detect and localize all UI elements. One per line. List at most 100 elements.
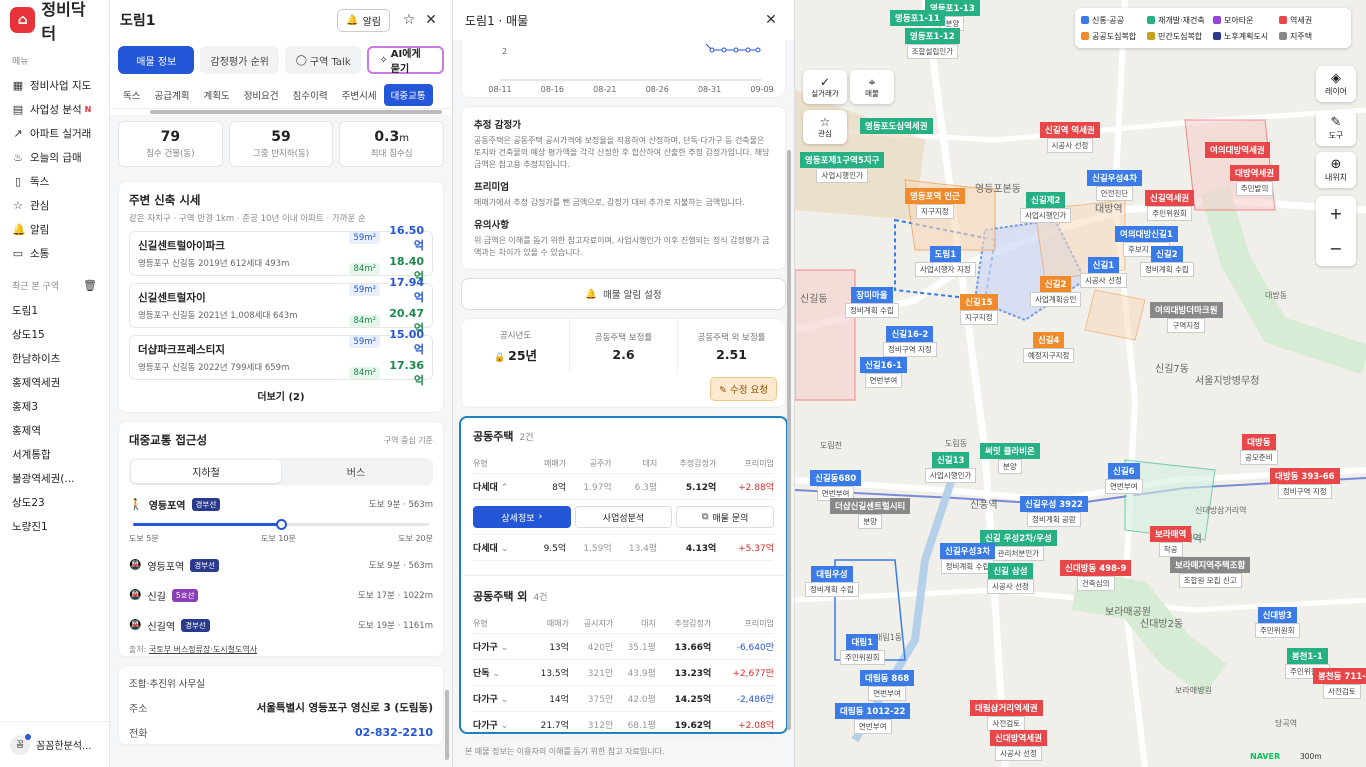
recent-item[interactable]: 불광역세권(... — [0, 466, 109, 490]
table-row[interactable]: 다세대 ⌄ 9.5억 1.59억 13.4평 4.13억 +5.37억 — [473, 535, 774, 561]
table-row[interactable]: 다세대 ⌃ 8억 1.97억 6.3평 5.12억 +2.88억 — [473, 473, 774, 500]
tab-zone-talk[interactable]: ◯ 구역 Talk — [284, 46, 362, 74]
profile[interactable]: 꼼 꼼꼼한분석... — [0, 721, 110, 767]
zone-marker[interactable]: 신길역 역세권 시공사 선정 — [1040, 122, 1100, 153]
inquiry-button[interactable]: ⧉ 매물 문의 — [676, 506, 775, 528]
recent-item[interactable]: 서계통합 — [0, 442, 109, 466]
chevron-down-icon[interactable]: ⌄ — [501, 721, 509, 731]
nav-item-5[interactable]: ☆ 관심 — [0, 193, 109, 217]
station-row[interactable]: 🚇 영등포역 경부선 도보 9분 · 563m — [129, 556, 433, 574]
chevron-up-icon[interactable]: ⌃ — [501, 483, 509, 493]
table-row[interactable]: 다가구 ⌄ 13억 420만 35.1평 13.66억 -6,640만 — [473, 633, 774, 660]
zone-marker[interactable]: 영등포도심역세권 — [860, 118, 933, 134]
map-right-tool-0[interactable]: ◈ 레이어 — [1316, 66, 1356, 102]
zone-marker[interactable]: 도림1 사업시행자 지정 — [915, 246, 976, 277]
feasibility-button[interactable]: 사업성분석 — [574, 506, 673, 528]
horizontal-scrollbar[interactable] — [110, 109, 452, 115]
zone-marker[interactable]: 써밋 클라비온 분양 — [980, 443, 1040, 474]
zone-marker[interactable]: 더샵신길센트럴시티 분양 — [830, 498, 911, 529]
map[interactable]: 신길동영등포본동신길7동서울지방병무청신풍역보라매공원신대방2동대방역보라매역대… — [795, 0, 1366, 767]
tab-appraisal-rank[interactable]: 감정평가 순위 — [200, 46, 279, 74]
station-row[interactable]: 🚇 신길 5호선 도보 17분 · 1022m — [129, 586, 433, 604]
zone-marker[interactable]: 대림동 1012-22 연번부여 — [835, 703, 911, 734]
map-tool-1[interactable]: ⌖ 매물 — [850, 70, 894, 104]
phone-link[interactable]: 02-832-2210 — [355, 726, 433, 739]
zone-marker[interactable]: 신대방역세권 시공사 선정 — [990, 730, 1047, 761]
recent-item[interactable]: 홍제역세권 — [0, 370, 109, 394]
recent-item[interactable]: 노량진1 — [0, 514, 109, 538]
edit-request-button[interactable]: ✎ 수정 요청 — [710, 377, 777, 401]
zone-marker[interactable]: 신길우성 3922 정비계획 공람 — [1020, 496, 1088, 527]
zone-marker[interactable]: 신길우성4차 안전진단 — [1087, 170, 1143, 201]
zone-marker[interactable]: 신길2 사업계획승인 — [1030, 276, 1082, 307]
legend-item[interactable]: 민간도심복합 — [1147, 29, 1213, 43]
tab-ask-ai[interactable]: ✧ AI에게 묻기 — [367, 46, 444, 75]
zone-marker[interactable]: 신길1 시공사 선정 — [1080, 257, 1127, 288]
nearby-apt-item[interactable]: 신길센트럴자이 영등포구 신길동 2021년 1,008세대 643m 59m² 17… — [129, 276, 433, 335]
close-icon[interactable]: ✕ — [760, 12, 782, 28]
zone-marker[interactable]: 영등포역 인근 지구지정 — [905, 188, 965, 219]
zone-marker[interactable]: 대림삼거리역세권 사전검토 — [970, 700, 1043, 731]
star-icon[interactable]: ☆ — [398, 12, 420, 28]
legend-item[interactable]: 모아타운 — [1213, 13, 1279, 27]
zone-marker[interactable]: 신길16-2 정비구역 지정 — [883, 326, 937, 357]
recent-item[interactable]: 도림1 — [0, 298, 109, 322]
subtab-4[interactable]: 침수이력 — [286, 84, 335, 106]
nav-item-3[interactable]: ♨ 오늘의 급매 — [0, 145, 109, 169]
station-row[interactable]: 🚇 신길역 경부선 도보 19분 · 1161m — [129, 616, 433, 634]
legend-item[interactable]: 지주택 — [1279, 29, 1345, 43]
table-row[interactable]: 다가구 ⌄ 14억 375만 42.0평 14.25억 -2,486만 — [473, 685, 774, 712]
nav-item-7[interactable]: ▭ 소통 — [0, 241, 109, 265]
zoom-out-button[interactable]: − — [1329, 239, 1342, 258]
subtab-0[interactable]: 독스 — [116, 84, 147, 106]
zone-marker[interactable]: 여의대방역세권 — [1205, 142, 1270, 158]
alarm-button[interactable]: 🔔 알림 — [337, 8, 390, 32]
subtab-3[interactable]: 정비요건 — [237, 84, 286, 106]
zone-marker[interactable]: 신길2 정비계획 수립 — [1140, 246, 1194, 277]
legend-item[interactable]: 역세권 — [1279, 13, 1345, 27]
close-icon[interactable]: ✕ — [420, 12, 442, 28]
zone-marker[interactable]: 장미마을 정비계획 수립 — [845, 287, 899, 318]
legend-item[interactable]: 노후계획도시 — [1213, 29, 1279, 43]
legend-item[interactable]: 재개발·재건축 — [1147, 13, 1213, 27]
listing-alert-button[interactable]: 🔔 매물 알림 설정 — [461, 278, 786, 310]
zone-marker[interactable]: 신길제2 사업시행인가 — [1020, 192, 1072, 223]
nearby-apt-item[interactable]: 더샵파크프레스티지 영등포구 신길동 2022년 799세대 659m 59m² 15… — [129, 328, 433, 387]
segment-bus[interactable]: 버스 — [281, 460, 431, 483]
zone-marker[interactable]: 신대방동 498-9 건축심의 — [1060, 560, 1132, 591]
slider-knob[interactable] — [276, 519, 287, 530]
vertical-scrollbar[interactable] — [445, 690, 449, 760]
zone-marker[interactable]: 신길6 연번부여 — [1105, 463, 1143, 494]
nav-item-4[interactable]: ▯ 독스 — [0, 169, 109, 193]
recent-item[interactable]: 홍제3 — [0, 394, 109, 418]
zone-marker[interactable]: 대림1 주민위원회 — [840, 634, 885, 665]
source-link[interactable]: 국토부 버스정류장·도시철도역사 — [149, 645, 257, 654]
zone-marker[interactable]: 영등포제1구역5지구 사업시행인가 — [800, 152, 885, 183]
nav-item-6[interactable]: 🔔 알림 — [0, 217, 109, 241]
map-right-tool-2[interactable]: ⊕ 내위치 — [1316, 152, 1356, 188]
nearby-apt-item[interactable]: 신길센트럴아이파크 영등포구 신길동 2019년 612세대 493m 59m² 16… — [129, 224, 433, 283]
subtab-2[interactable]: 계획도 — [196, 84, 236, 106]
zone-marker[interactable]: 여의대방더마크원 구역지정 — [1150, 302, 1223, 333]
zone-marker[interactable]: 보라매지역주택조합 조합원 모집 신고 — [1170, 557, 1251, 588]
table-row[interactable]: 단독 ⌄ 13.5억 321만 43.9평 13.23억 +2,677만 — [473, 659, 774, 686]
nav-item-0[interactable]: ▦ 정비사업 지도 — [0, 73, 109, 97]
logo[interactable]: ⌂ 정비닥터 — [0, 0, 109, 43]
zone-marker[interactable]: 대방역세권 주민발의 — [1230, 165, 1280, 196]
recent-item[interactable]: 홍제역 — [0, 418, 109, 442]
zone-marker[interactable]: 신길 삼성 시공사 선정 — [987, 563, 1034, 594]
zone-marker[interactable]: 보라매역 착공 — [1150, 526, 1192, 557]
subtab-6[interactable]: 대중교통 — [383, 84, 433, 106]
trash-icon[interactable]: 🗑 — [83, 279, 97, 292]
zone-marker[interactable]: 대림동 868 연번부여 — [860, 670, 915, 701]
zone-marker[interactable]: 신길동680 연번부여 — [810, 470, 862, 501]
detail-button[interactable]: 상세정보 › — [473, 506, 571, 528]
zone-marker[interactable]: 신길역세권 주민위원회 — [1145, 190, 1195, 221]
legend-item[interactable]: 신통·공공 — [1081, 13, 1147, 27]
recent-item[interactable]: 상도23 — [0, 490, 109, 514]
zoom-in-button[interactable]: + — [1329, 204, 1342, 223]
tab-listing-info[interactable]: 매물 정보 — [118, 46, 195, 74]
map-tool-0[interactable]: ✓ 실거래가 — [803, 70, 847, 104]
zone-marker[interactable]: 신길13 사업시행인가 — [925, 452, 977, 483]
recent-item[interactable]: 상도15 — [0, 322, 109, 346]
